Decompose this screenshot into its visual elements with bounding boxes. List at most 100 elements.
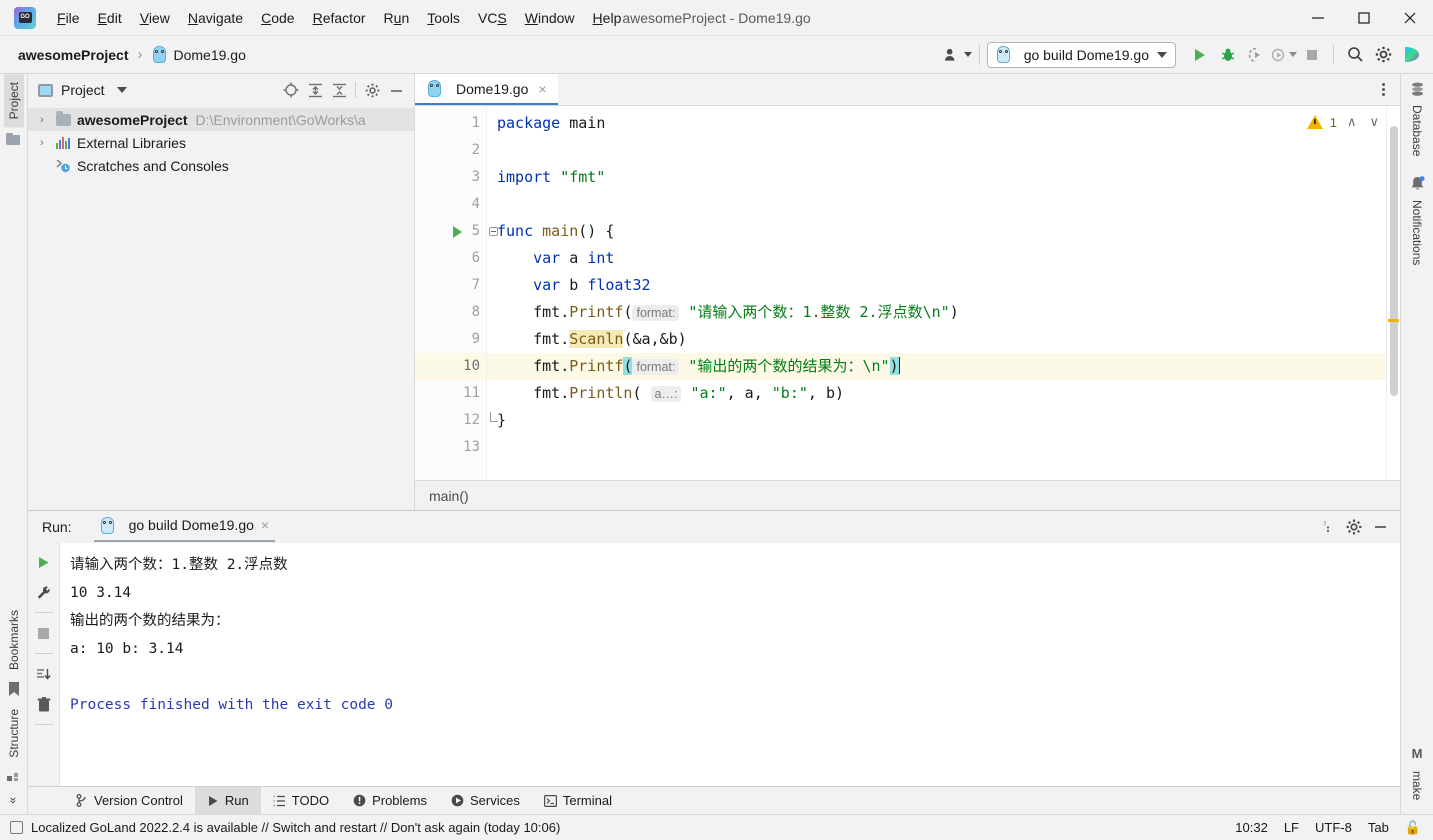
search-everywhere-button[interactable] bbox=[1341, 41, 1369, 69]
tree-node-0[interactable]: › awesomeProject D:\Environment\GoWorks\a bbox=[28, 108, 414, 131]
menu-item-help[interactable]: Help bbox=[584, 6, 631, 30]
notification-box-icon[interactable] bbox=[10, 821, 23, 834]
tool-tab-run[interactable]: Run bbox=[194, 787, 261, 814]
code-line-11[interactable]: fmt.Println( a…: "a:", a, "b:", b) bbox=[487, 380, 1386, 407]
caret-position[interactable]: 10:32 bbox=[1235, 820, 1268, 835]
code-line-10[interactable]: fmt.Printf(format: "输出的两个数的结果为：\n") bbox=[487, 353, 1386, 380]
close-button[interactable] bbox=[1387, 0, 1433, 36]
line-number-5[interactable]: 5 bbox=[415, 218, 498, 245]
breadcrumb-function[interactable]: main() bbox=[429, 488, 469, 504]
line-number-10[interactable]: 10 bbox=[415, 353, 486, 380]
profile-button[interactable] bbox=[1270, 41, 1298, 69]
code-line-3[interactable]: import "fmt" bbox=[487, 164, 1386, 191]
indent-setting[interactable]: Tab bbox=[1368, 820, 1389, 835]
code-line-4[interactable] bbox=[487, 191, 1386, 218]
close-run-tab-icon[interactable]: × bbox=[261, 517, 269, 533]
line-separator[interactable]: LF bbox=[1284, 820, 1299, 835]
line-number-3[interactable]: 3 bbox=[415, 164, 486, 191]
expand-arrow-icon[interactable]: › bbox=[40, 137, 56, 149]
expand-arrow-icon[interactable]: › bbox=[40, 114, 56, 126]
code-line-7[interactable]: var b float32 bbox=[487, 272, 1386, 299]
run-configuration-selector[interactable]: go build Dome19.go bbox=[986, 41, 1176, 68]
line-number-13[interactable]: 13 bbox=[415, 434, 486, 461]
clear-all-button[interactable] bbox=[31, 691, 57, 717]
code-line-6[interactable]: var a int bbox=[487, 245, 1386, 272]
edit-configuration-button[interactable] bbox=[31, 579, 57, 605]
expand-all-icon[interactable] bbox=[303, 78, 327, 102]
menu-item-file[interactable]: File bbox=[48, 6, 89, 30]
maximize-button[interactable] bbox=[1341, 0, 1387, 36]
expand-strip-button[interactable]: » bbox=[4, 789, 24, 814]
run-with-coverage-button[interactable] bbox=[1242, 41, 1270, 69]
readonly-toggle[interactable]: 🔓 bbox=[1405, 820, 1421, 836]
scrollbar-thumb[interactable] bbox=[1390, 126, 1398, 396]
chevron-down-icon[interactable] bbox=[116, 87, 127, 93]
tool-tab-todo[interactable]: TODO bbox=[261, 787, 341, 814]
menu-item-run[interactable]: Run bbox=[375, 6, 419, 30]
code-line-8[interactable]: fmt.Printf(format: "请输入两个数：1.整数 2.浮点数\n"… bbox=[487, 299, 1386, 326]
tree-node-2[interactable]: Scratches and Consoles bbox=[28, 154, 414, 177]
tree-node-1[interactable]: › External Libraries bbox=[28, 131, 414, 154]
menu-item-code[interactable]: Code bbox=[252, 6, 303, 30]
sidebar-item-bookmarks[interactable]: Bookmarks bbox=[4, 602, 24, 678]
line-number-7[interactable]: 7 bbox=[415, 272, 486, 299]
console-scrollbar[interactable] bbox=[1386, 543, 1400, 786]
gear-icon[interactable] bbox=[1342, 515, 1366, 539]
menu-item-edit[interactable]: Edit bbox=[89, 6, 131, 30]
tool-tab-services[interactable]: Services bbox=[439, 787, 532, 814]
line-number-12[interactable]: 12 bbox=[415, 407, 498, 434]
code-line-5[interactable]: func main() { bbox=[487, 218, 1386, 245]
code-content[interactable]: package main import "fmt" func main() { va… bbox=[487, 106, 1386, 480]
code-editor[interactable]: 1 2 3 4 5 6 7 8 9 10 11 12 13 package main import "fm… bbox=[415, 106, 1400, 480]
code-line-2[interactable] bbox=[487, 137, 1386, 164]
code-line-12[interactable]: } bbox=[487, 407, 1386, 434]
tool-tab-version-control[interactable]: Version Control bbox=[64, 787, 195, 814]
run-tab-go-build[interactable]: go build Dome19.go × bbox=[93, 513, 276, 542]
settings-button[interactable] bbox=[1369, 41, 1397, 69]
editor-scrollbar[interactable] bbox=[1386, 106, 1400, 480]
menu-item-window[interactable]: Window bbox=[516, 6, 584, 30]
code-line-1[interactable]: package main bbox=[487, 110, 1386, 137]
line-number-11[interactable]: 11 bbox=[415, 380, 486, 407]
next-problem-icon[interactable]: ∨ bbox=[1366, 114, 1382, 130]
sidebar-item-notifications[interactable]: Notifications bbox=[1407, 192, 1427, 273]
menu-item-refactor[interactable]: Refactor bbox=[304, 6, 375, 30]
sidebar-item-make[interactable]: make bbox=[1407, 763, 1427, 814]
more-icon[interactable]: ! bbox=[1316, 515, 1340, 539]
sidebar-item-database[interactable]: Database bbox=[1407, 97, 1427, 164]
warning-marker[interactable] bbox=[1388, 319, 1399, 322]
hide-panel-icon[interactable] bbox=[384, 78, 408, 102]
stop-button[interactable] bbox=[1298, 41, 1326, 69]
debug-button[interactable] bbox=[1214, 41, 1242, 69]
collapse-all-icon[interactable] bbox=[327, 78, 351, 102]
menu-item-view[interactable]: View bbox=[131, 6, 179, 30]
code-line-13[interactable] bbox=[487, 434, 1386, 461]
previous-problem-icon[interactable]: ∧ bbox=[1344, 114, 1360, 130]
status-message[interactable]: Localized GoLand 2022.2.4 is available /… bbox=[31, 820, 560, 835]
console-output[interactable]: 请输入两个数：1.整数 2.浮点数 10 3.14 输出的两个数的结果为： a: 10… bbox=[60, 543, 1386, 786]
line-number-gutter[interactable]: 1 2 3 4 5 6 7 8 9 10 11 12 13 bbox=[415, 106, 498, 480]
ai-assistant-icon[interactable] bbox=[1397, 41, 1425, 69]
sidebar-item-structure[interactable]: Structure bbox=[4, 701, 24, 766]
scroll-to-end-button[interactable] bbox=[31, 661, 57, 687]
line-number-1[interactable]: 1 bbox=[415, 110, 486, 137]
breadcrumb-file[interactable]: Dome19.go bbox=[174, 47, 246, 63]
line-number-2[interactable]: 2 bbox=[415, 137, 486, 164]
rerun-button[interactable] bbox=[31, 549, 57, 575]
menu-item-navigate[interactable]: Navigate bbox=[179, 6, 252, 30]
stop-button[interactable] bbox=[31, 620, 57, 646]
line-number-9[interactable]: 9 bbox=[415, 326, 486, 353]
file-encoding[interactable]: UTF-8 bbox=[1315, 820, 1352, 835]
line-number-6[interactable]: 6 bbox=[415, 245, 486, 272]
run-button[interactable] bbox=[1186, 41, 1214, 69]
menu-item-vcs[interactable]: VCS bbox=[469, 6, 516, 30]
gear-icon[interactable] bbox=[360, 78, 384, 102]
user-avatar-icon[interactable] bbox=[944, 41, 972, 69]
run-gutter-icon[interactable] bbox=[453, 226, 462, 238]
locate-icon[interactable] bbox=[279, 78, 303, 102]
more-options-icon[interactable] bbox=[1372, 79, 1394, 101]
tool-tab-terminal[interactable]: Terminal bbox=[532, 787, 624, 814]
minimize-button[interactable] bbox=[1295, 0, 1341, 36]
code-line-9[interactable]: fmt.Scanln(&a,&b) bbox=[487, 326, 1386, 353]
line-number-8[interactable]: 8 bbox=[415, 299, 486, 326]
